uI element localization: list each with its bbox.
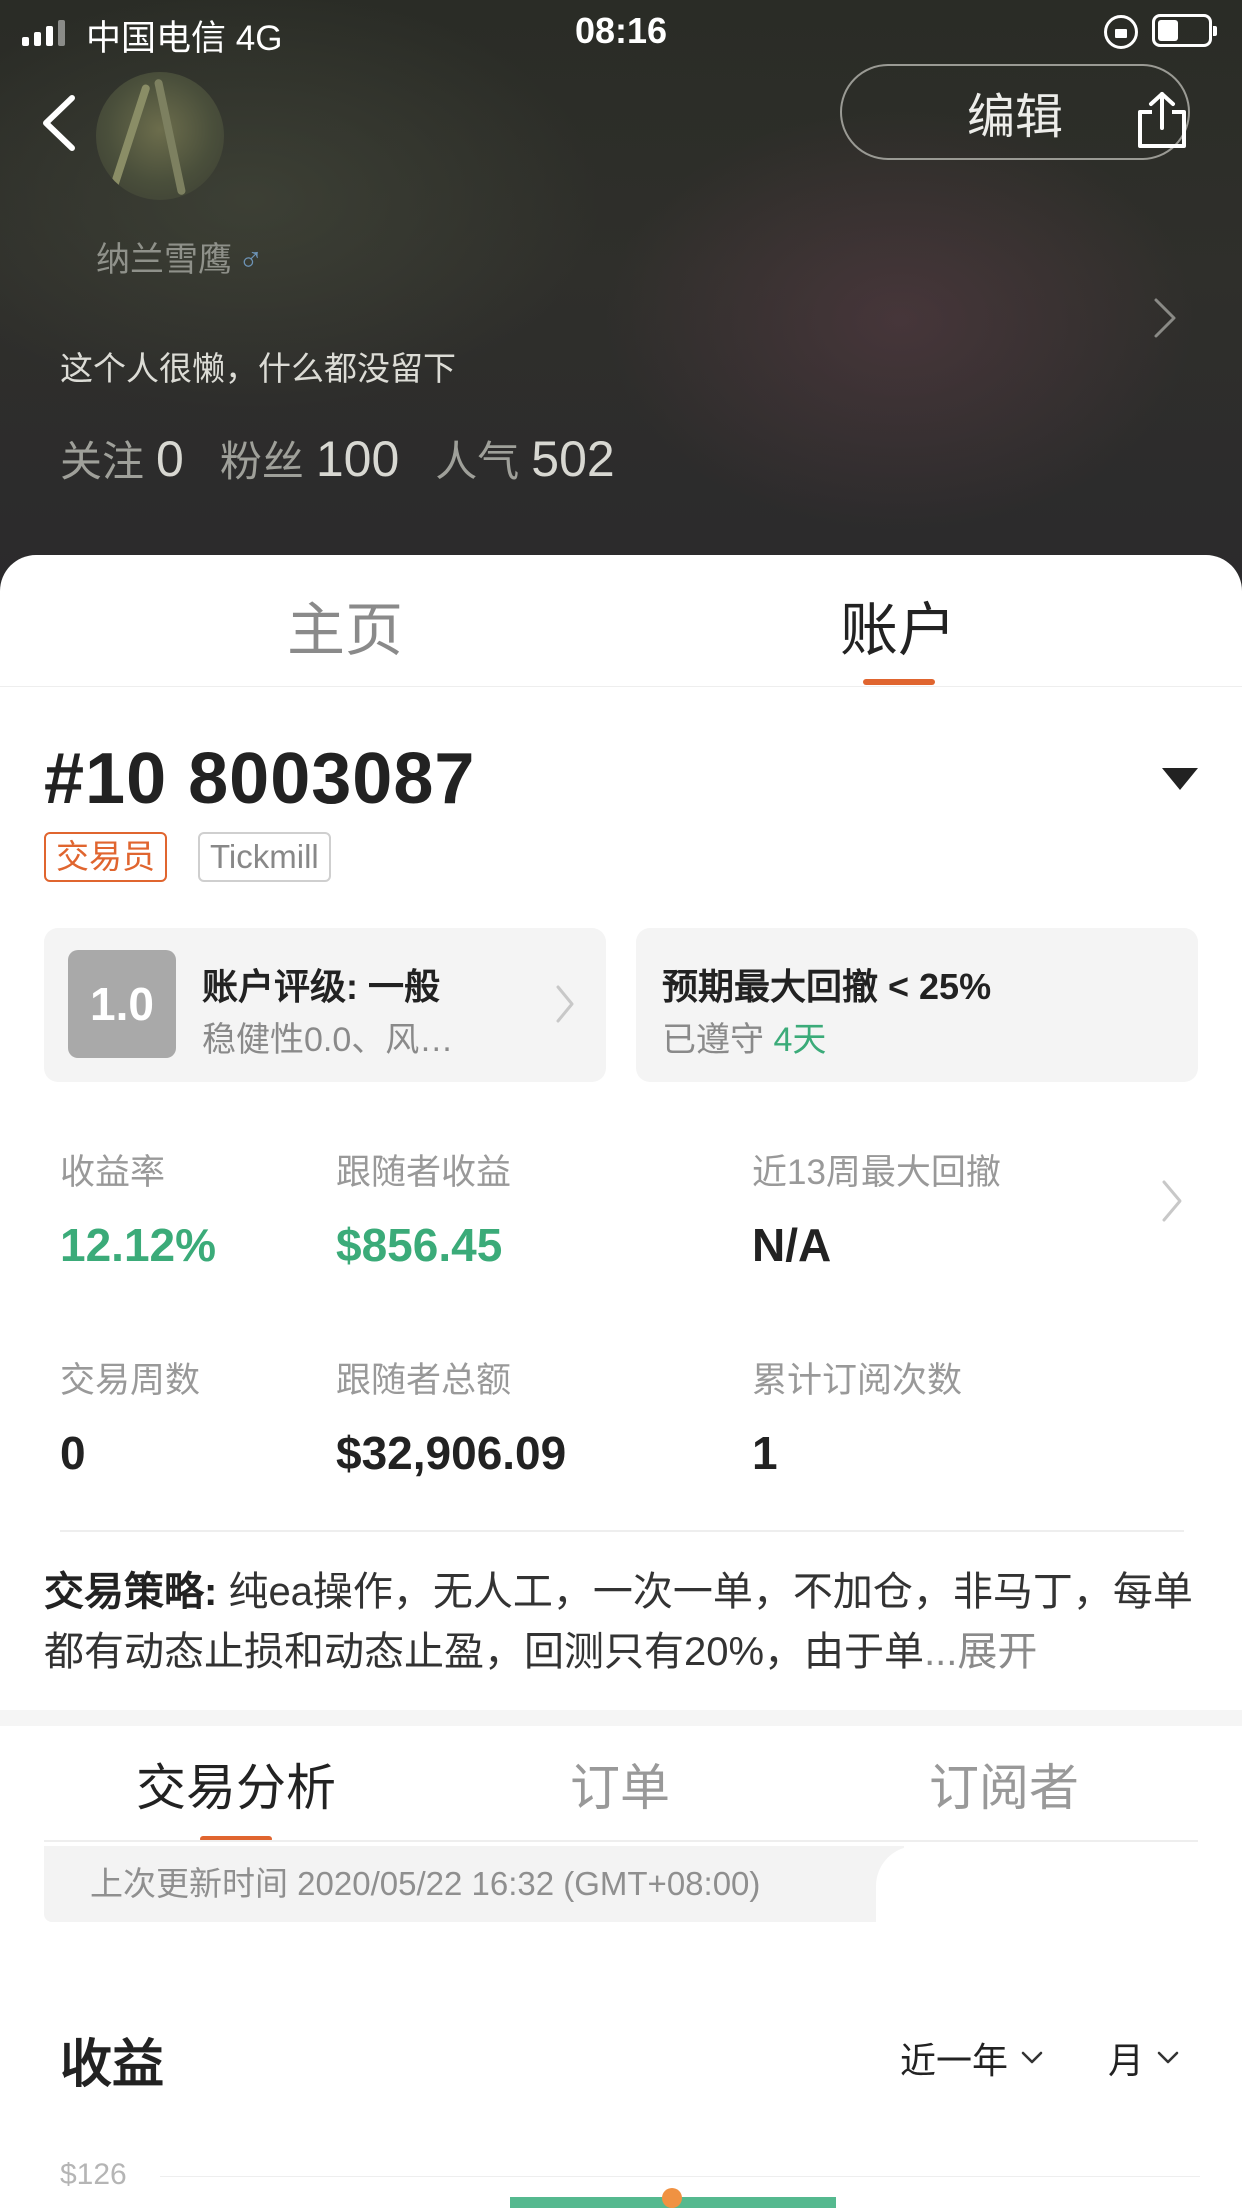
period-dropdown[interactable]: 月: [1108, 2032, 1180, 2084]
metric-value-trade-weeks: 0: [60, 1427, 86, 1479]
nickname-text: 纳兰雪鹰: [96, 241, 232, 279]
last-update-banner: 上次更新时间 2020/05/22 16:32 (GMT+08:00): [44, 1846, 932, 1922]
y-axis-tick: $126: [60, 2158, 127, 2191]
period-dropdown-label: 月: [1108, 2040, 1145, 2081]
male-gender-icon: ♂: [238, 241, 264, 279]
trading-strategy: 交易策略: 纯ea操作，无人工，一次一单，不加仓，非马丁，每单都有动态止损和动态…: [44, 1562, 1204, 1682]
drawdown-subtitle: 已遵守 4天: [662, 1012, 826, 1061]
metric-label-return: 收益率: [60, 1153, 166, 1192]
profile-header: 中国电信 4G 08:16 纳兰雪鹰 ♂ 编辑 这个人很懒，什么都没留下 关注 0…: [0, 0, 1242, 600]
tab-subscribers[interactable]: 订阅者: [854, 1748, 1154, 1820]
tab-home[interactable]: 主页: [195, 583, 495, 667]
following-count[interactable]: 0: [156, 430, 184, 488]
subtab-border: [44, 1840, 1198, 1842]
followers-count[interactable]: 100: [316, 430, 399, 488]
share-icon[interactable]: [1134, 90, 1190, 150]
edit-label: 编辑: [967, 91, 1064, 144]
rating-subtitle: 稳健性0.0、风…: [202, 1021, 454, 1059]
rating-score-badge: 1.0: [68, 950, 176, 1058]
chevron-down-icon: [1157, 2051, 1179, 2064]
chevron-right-icon[interactable]: [1152, 296, 1178, 340]
metric-label-trade-weeks: 交易周数: [60, 1361, 201, 1400]
last-update-text: 上次更新时间 2020/05/22 16:32 (GMT+08:00): [90, 1865, 761, 1902]
drawdown-title: 预期最大回撤 < 25%: [662, 966, 992, 1007]
tab-trade-analysis[interactable]: 交易分析: [86, 1748, 386, 1820]
rotation-lock-icon: [1104, 15, 1138, 49]
metric-label-subscriptions: 累计订阅次数: [752, 1361, 963, 1400]
bio-text: 这个人很懒，什么都没留下: [60, 350, 456, 387]
popularity-count: 502: [531, 431, 615, 487]
drawdown-compliance-label: 已遵守: [662, 1021, 764, 1059]
account-id: #10 8003087: [44, 739, 476, 819]
drawdown-compliance-days: 4天: [773, 1021, 827, 1059]
metric-value-13w-drawdown: N/A: [752, 1219, 832, 1271]
chart-gridline: [160, 2176, 1200, 2177]
profile-stats: 关注 0 粉丝 100 人气 502: [60, 428, 651, 489]
range-dropdown-label: 近一年: [900, 2040, 1009, 2081]
strategy-label: 交易策略:: [44, 1570, 218, 1614]
avatar[interactable]: [96, 72, 224, 200]
popularity-label: 人气: [435, 438, 520, 485]
expected-drawdown-card[interactable]: 预期最大回撤 < 25% 已遵守 4天: [636, 928, 1198, 1082]
earnings-title: 收益: [60, 2036, 165, 2094]
metric-value-follower-profit: $856.45: [336, 1219, 503, 1271]
main-tabs: 主页 账户: [0, 555, 1242, 687]
chevron-down-icon: [1021, 2051, 1043, 2064]
chevron-right-icon: [556, 985, 574, 1023]
status-bar: 中国电信 4G 08:16: [0, 0, 1242, 62]
metric-label-follower-total: 跟随者总额: [336, 1361, 512, 1400]
section-separator: [0, 1710, 1242, 1726]
tab-orders[interactable]: 订单: [470, 1748, 770, 1820]
followers-label[interactable]: 粉丝: [220, 428, 304, 489]
strategy-ellipsis: ...: [924, 1630, 958, 1674]
chevron-right-icon[interactable]: [1160, 1178, 1184, 1224]
caret-down-icon[interactable]: [1162, 768, 1198, 790]
rating-title: 账户评级: 一般: [202, 966, 440, 1007]
divider: [60, 1530, 1184, 1532]
metric-value-follower-total: $32,906.09: [336, 1427, 567, 1479]
metric-label-follower-profit: 跟随者收益: [336, 1153, 512, 1192]
trader-tag: 交易员: [44, 832, 167, 882]
expand-link[interactable]: 展开: [957, 1630, 1037, 1674]
battery-icon: [1152, 14, 1217, 47]
metric-value-return: 12.12%: [60, 1219, 217, 1271]
tab-active-indicator: [863, 679, 935, 685]
metric-value-subscriptions: 1: [752, 1427, 778, 1479]
tab-account[interactable]: 账户: [748, 583, 1048, 667]
earnings-marker: [662, 2188, 682, 2208]
status-time: 08:16: [574, 10, 668, 51]
account-rating-card[interactable]: 1.0 账户评级: 一般 稳健性0.0、风…: [44, 928, 606, 1082]
following-label[interactable]: 关注: [60, 428, 144, 489]
range-dropdown[interactable]: 近一年: [900, 2032, 1044, 2084]
nickname: 纳兰雪鹰 ♂: [96, 232, 264, 281]
metric-label-13w-drawdown: 近13周最大回撤: [752, 1153, 1001, 1192]
back-arrow-icon[interactable]: [38, 92, 88, 154]
broker-tag: Tickmill: [198, 832, 331, 882]
